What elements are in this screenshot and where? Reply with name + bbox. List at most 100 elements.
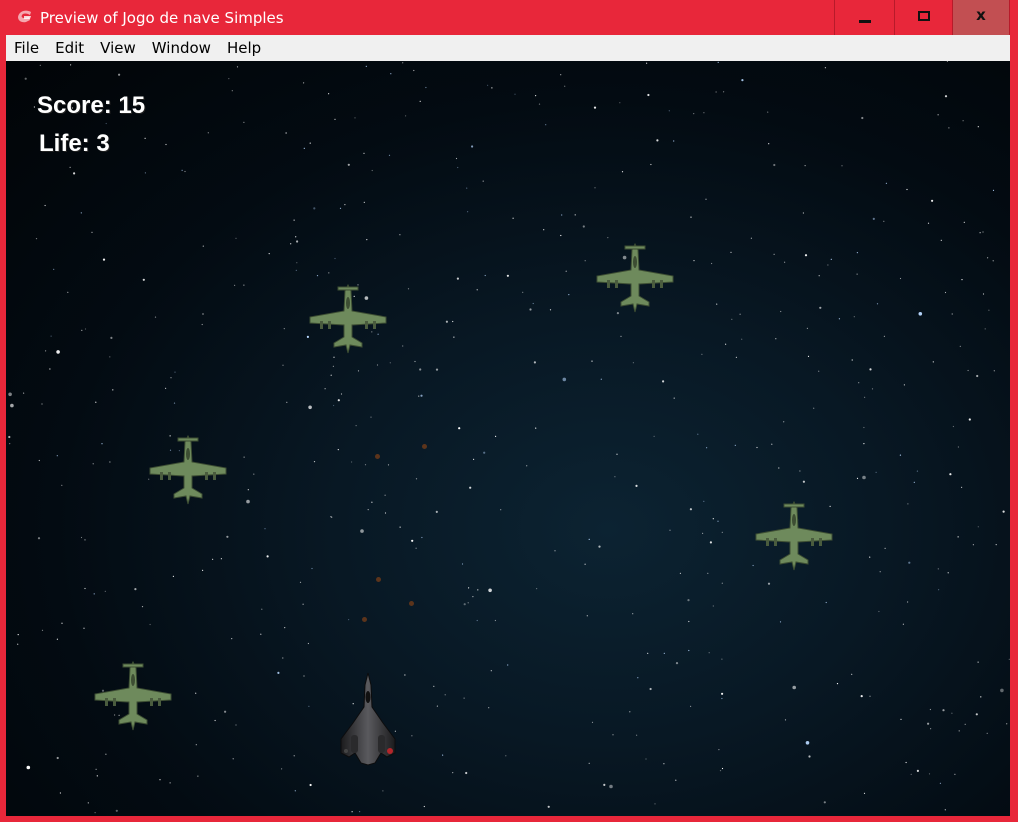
title-bar: Preview of Jogo de nave Simples x — [0, 0, 1018, 35]
star — [784, 261, 786, 263]
star — [735, 356, 738, 358]
star — [560, 234, 562, 237]
star — [836, 683, 839, 685]
star — [309, 783, 312, 787]
star — [142, 278, 145, 281]
star — [467, 602, 469, 604]
star — [8, 435, 11, 439]
star — [110, 336, 113, 339]
star — [522, 291, 524, 293]
star — [838, 318, 841, 320]
star — [992, 260, 994, 262]
star — [243, 456, 245, 458]
star — [564, 85, 566, 87]
star — [875, 471, 877, 473]
star — [61, 622, 63, 624]
star — [268, 253, 270, 255]
minimize-button[interactable] — [834, 0, 894, 35]
star — [17, 634, 19, 636]
star — [697, 433, 699, 435]
star — [214, 719, 216, 722]
star — [181, 169, 183, 171]
star — [421, 536, 423, 539]
projectile — [409, 601, 414, 606]
star — [673, 397, 675, 399]
star — [476, 289, 478, 291]
star — [687, 599, 690, 602]
star — [712, 518, 714, 520]
star — [980, 696, 982, 698]
star — [112, 389, 114, 391]
star — [783, 421, 785, 423]
star — [56, 350, 60, 354]
close-button[interactable]: x — [952, 0, 1010, 35]
star — [913, 481, 915, 483]
star — [197, 775, 199, 777]
projectile — [362, 617, 367, 622]
star — [84, 539, 86, 541]
star — [399, 234, 401, 236]
star — [629, 711, 631, 713]
star — [967, 369, 969, 372]
menu-edit[interactable]: Edit — [47, 35, 92, 61]
star — [802, 480, 806, 483]
star — [313, 461, 316, 463]
star — [637, 677, 639, 679]
star — [308, 705, 310, 707]
star — [545, 124, 547, 126]
star — [721, 692, 724, 695]
star — [201, 323, 203, 326]
star — [260, 633, 262, 635]
star — [818, 370, 820, 372]
star — [547, 805, 550, 808]
star — [105, 753, 107, 755]
star — [423, 805, 425, 808]
star — [768, 143, 770, 145]
star — [452, 320, 454, 323]
star — [951, 712, 953, 714]
star — [712, 605, 714, 607]
star — [444, 694, 446, 696]
menu-window[interactable]: Window — [144, 35, 219, 61]
star — [767, 582, 771, 585]
star — [50, 335, 52, 337]
star — [226, 535, 229, 538]
maximize-button[interactable] — [894, 0, 952, 35]
star — [202, 569, 204, 571]
star — [995, 544, 997, 546]
star — [228, 78, 230, 80]
star — [471, 145, 474, 148]
star — [277, 671, 280, 675]
star — [357, 370, 360, 372]
star — [872, 217, 875, 220]
star — [663, 763, 665, 765]
star — [927, 722, 930, 725]
star — [598, 545, 601, 548]
star — [365, 65, 367, 67]
star — [195, 744, 197, 746]
star — [453, 336, 455, 338]
star — [972, 544, 975, 546]
star — [591, 360, 593, 362]
star — [466, 187, 468, 189]
menu-help[interactable]: Help — [219, 35, 269, 61]
star — [703, 112, 705, 114]
menu-view[interactable]: View — [92, 35, 144, 61]
star — [647, 93, 650, 97]
star — [331, 516, 333, 518]
star — [984, 328, 986, 330]
star — [976, 374, 979, 378]
star — [841, 165, 843, 167]
star — [467, 211, 469, 213]
star — [779, 621, 782, 623]
star — [33, 106, 35, 108]
star — [419, 368, 422, 371]
star — [463, 603, 466, 606]
star — [425, 86, 427, 89]
menu-file[interactable]: File — [6, 35, 47, 61]
game-canvas[interactable]: Score: 15 Life: 3 — [6, 61, 1010, 816]
star — [264, 528, 266, 530]
star — [418, 395, 420, 397]
star — [808, 755, 811, 758]
star — [862, 475, 866, 480]
